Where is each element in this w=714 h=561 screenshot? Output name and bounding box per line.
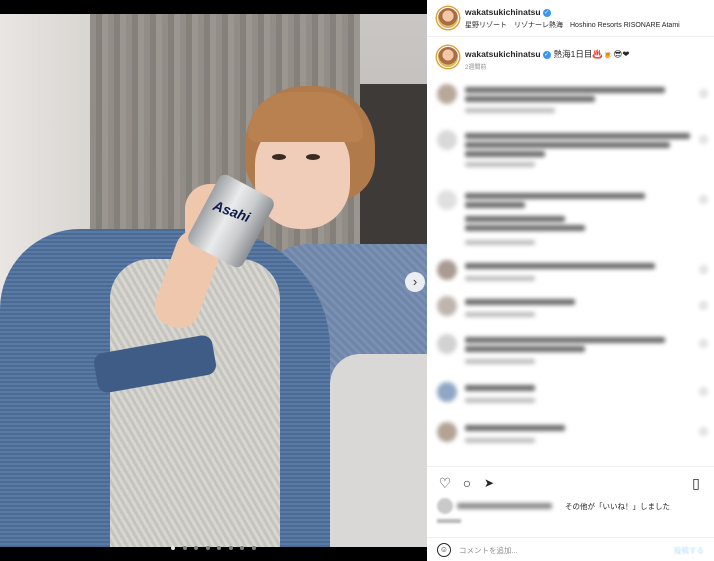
comment-meta xyxy=(465,359,535,364)
author-avatar[interactable] xyxy=(437,7,459,29)
list-item xyxy=(437,382,707,408)
comment-meta xyxy=(465,398,535,403)
carousel-dot xyxy=(194,546,199,550)
comment-text xyxy=(465,193,645,199)
beer-can-label: Asahi xyxy=(211,197,253,226)
comment-meta xyxy=(465,108,555,113)
post-date xyxy=(437,519,461,523)
list-item xyxy=(437,422,707,448)
caption-timestamp: 2週間前 xyxy=(465,65,487,71)
commenter-avatar[interactable] xyxy=(437,260,457,280)
photo-cushion xyxy=(330,354,427,547)
emoji-smiley-icon[interactable]: ☺ xyxy=(437,543,451,557)
comment-text xyxy=(465,299,575,305)
post-location[interactable]: 星野リゾート リゾナーレ熱海 Hoshino Resorts RISONARE … xyxy=(465,20,680,30)
next-slide-chevron-icon[interactable]: › xyxy=(405,272,425,292)
caption: wakatsukichinatsu ✓ 熱海1日目♨️🍺😎❤ 2週間前 xyxy=(427,42,714,74)
commenter-avatar[interactable] xyxy=(437,422,457,442)
photo-eye-left xyxy=(272,154,286,160)
comment-like-heart-icon[interactable] xyxy=(700,196,707,203)
commenter-avatar[interactable] xyxy=(437,130,457,150)
comment-meta xyxy=(465,438,535,443)
comment-like-heart-icon[interactable] xyxy=(700,340,707,347)
commenter-avatar[interactable] xyxy=(437,296,457,316)
comment-text xyxy=(465,151,545,157)
caption-avatar[interactable] xyxy=(437,46,459,68)
comment-meta xyxy=(465,312,535,317)
likes-text[interactable]: その他が「いいね！」しました xyxy=(565,501,670,512)
commenter-avatar[interactable] xyxy=(437,382,457,402)
post-media: Asahi › xyxy=(0,0,427,561)
comment-text xyxy=(465,216,565,222)
comment-bubble-icon[interactable]: ○ xyxy=(459,475,475,491)
commenter-avatar[interactable] xyxy=(437,84,457,104)
comment-text xyxy=(465,87,665,93)
carousel-dot xyxy=(182,546,187,550)
comment-text xyxy=(465,142,670,148)
author-username[interactable]: wakatsukichinatsu ✓ xyxy=(465,7,551,17)
comment-text xyxy=(465,133,690,139)
photo-eye-right xyxy=(306,154,320,160)
liker-avatar[interactable] xyxy=(437,498,453,514)
carousel-dot xyxy=(240,546,245,550)
comment-like-heart-icon[interactable] xyxy=(700,388,707,395)
share-send-icon[interactable]: ➤ xyxy=(481,475,497,491)
verified-badge-icon: ✓ xyxy=(542,8,551,17)
post-sidebar: wakatsukichinatsu ✓ 星野リゾート リゾナーレ熱海 Hoshin… xyxy=(427,0,714,561)
caption-username-text[interactable]: wakatsukichinatsu xyxy=(465,49,541,59)
verified-badge-icon: ✓ xyxy=(542,50,551,59)
comment-text xyxy=(465,385,535,391)
comment-text xyxy=(465,96,595,102)
carousel-dot xyxy=(228,546,233,550)
comment-text xyxy=(465,202,525,208)
list-item xyxy=(437,260,707,286)
post-header: wakatsukichinatsu ✓ 星野リゾート リゾナーレ熱海 Hoshin… xyxy=(427,0,714,37)
post-actions: ♡ ○ ➤ ▯ その他が「いいね！」しました ☺ コメントを追加... 投稿する xyxy=(427,466,714,561)
comment-like-heart-icon[interactable] xyxy=(700,302,707,309)
caption-text: 熱海1日目♨️🍺😎❤ xyxy=(553,49,630,59)
comment-input[interactable]: コメントを追加... xyxy=(459,545,518,556)
commenter-avatar[interactable] xyxy=(437,190,457,210)
save-bookmark-icon[interactable]: ▯ xyxy=(688,475,704,491)
comment-text xyxy=(465,425,565,431)
carousel-dot xyxy=(251,546,256,550)
comment-like-heart-icon[interactable] xyxy=(700,266,707,273)
comments-list xyxy=(427,78,714,466)
list-item xyxy=(437,190,707,250)
comment-meta xyxy=(465,240,535,245)
list-item xyxy=(437,334,707,368)
carousel-indicator xyxy=(0,537,427,555)
comment-text xyxy=(465,263,655,269)
carousel-dot xyxy=(205,546,210,550)
list-item xyxy=(437,84,707,116)
comment-like-heart-icon[interactable] xyxy=(700,136,707,143)
comment-like-heart-icon[interactable] xyxy=(700,90,707,97)
comment-meta xyxy=(465,162,535,167)
commenter-avatar[interactable] xyxy=(437,334,457,354)
comment-text xyxy=(465,225,585,231)
carousel-dot xyxy=(171,546,176,550)
comment-like-heart-icon[interactable] xyxy=(700,428,707,435)
likes-summary[interactable]: その他が「いいね！」しました xyxy=(437,498,707,516)
list-item xyxy=(437,130,707,167)
post-comment-button[interactable]: 投稿する xyxy=(674,545,704,556)
liker-username[interactable] xyxy=(457,503,552,509)
list-item xyxy=(437,296,707,322)
carousel-dot xyxy=(217,546,222,550)
photo-fringe xyxy=(248,92,363,142)
comment-meta xyxy=(465,276,535,281)
comment-composer: ☺ コメントを追加... 投稿する xyxy=(427,537,714,561)
like-heart-icon[interactable]: ♡ xyxy=(437,475,453,491)
caption-username[interactable]: wakatsukichinatsu ✓ 熱海1日目♨️🍺😎❤ xyxy=(465,48,629,60)
comment-text xyxy=(465,346,585,352)
author-username-text[interactable]: wakatsukichinatsu xyxy=(465,7,541,17)
comment-text xyxy=(465,337,665,343)
post-photo[interactable]: Asahi xyxy=(0,14,427,547)
